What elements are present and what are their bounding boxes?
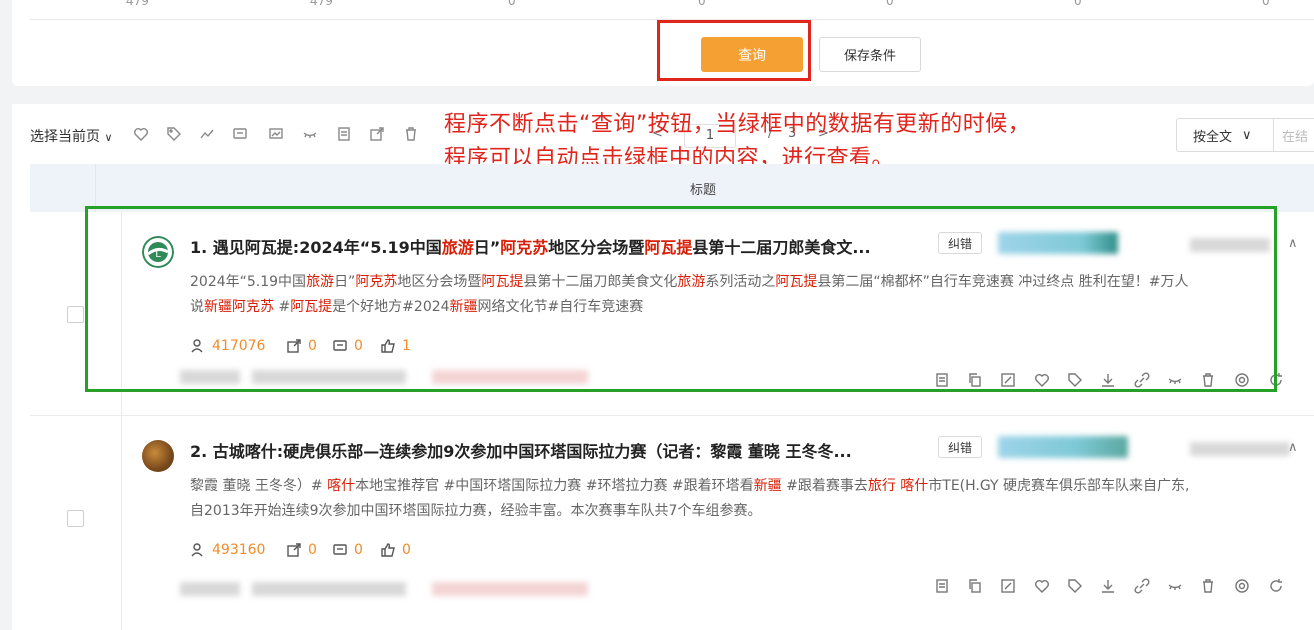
thumbs-up-icon [381,543,395,557]
shares-metric: 0 [286,542,317,558]
trash-icon[interactable] [402,125,420,143]
row-metrics: 493160 0 0 0 [190,542,450,562]
text-segment: 古城喀什:硬虎俱乐部—连续参加9次参加中国环塔国际拉力赛（记者：黎霞 董晓 王冬… [212,442,852,461]
select-page-label: 选择当前页 [30,129,100,145]
chart-icon[interactable] [267,125,285,143]
row-summary: 黎霞 董晓 王冬冬）# 喀什本地宝推荐官 #中国环塔国际拉力赛 #环塔拉力赛 #… [190,474,1300,524]
tag-icon[interactable] [165,125,183,143]
search-scope-select[interactable]: 按全文 ∨ [1176,118,1274,152]
keyword-highlight: 新疆 [753,478,782,494]
summary-line: 自2013年开始连续9次参加中国环塔国际拉力赛，经验丰富。本次赛事车队共7个车组… [190,499,1300,524]
stat-value: 0 [698,0,706,8]
chevron-down-icon: ∨ [1242,127,1252,143]
select-current-page-dropdown[interactable]: 选择当前页 ∨ [30,126,113,146]
chevron-up-icon[interactable]: ∧ [1288,440,1298,455]
green-highlight-frame [85,206,1277,392]
copy-icon[interactable] [967,578,985,596]
shares-count: 0 [308,542,317,558]
table-header: 标题 [30,164,1314,212]
chevron-down-icon: ∨ [104,131,113,144]
trend-icon[interactable] [198,125,216,143]
comment-icon [333,544,347,555]
eye-hide-icon[interactable] [301,125,319,143]
search-input[interactable]: 在结 [1273,118,1314,152]
views-metric: 493160 [190,542,265,558]
link-icon[interactable] [1134,578,1152,596]
source-badge [998,436,1128,458]
summary-line: 黎霞 董晓 王冬冬）# 喀什本地宝推荐官 #中国环塔国际拉力赛 #环塔拉力赛 #… [190,474,1300,499]
text-segment: 本地宝推荐官 #中国环塔国际拉力赛 #环塔拉力赛 #跟着环塔看 [355,478,754,494]
download-icon[interactable] [1100,578,1118,596]
results-panel: 选择当前页 ∨ < 1 / 3 > 按全文 ∨ 在结 程序不断点击“查询”按钮，… [12,104,1314,630]
column-header-title: 标题 [690,183,717,198]
doc-icon[interactable] [934,578,952,596]
blurred-info [1190,442,1290,456]
blurred-info [252,582,406,596]
refresh-icon[interactable] [1268,578,1286,596]
stat-value: 0 [1262,0,1270,8]
stats-row: 479 479 0 0 0 0 0 [30,0,1314,20]
annotation-line: 程序不断点击“查询”按钮，当绿框中的数据有更新的时候， [444,112,1031,137]
trash-icon[interactable] [1200,578,1218,596]
blurred-info [180,582,240,596]
stat-value: 0 [886,0,894,8]
comments-metric: 0 [332,542,363,558]
text-segment: 自2013年开始连续9次参加中国环塔国际拉力赛，经验丰富。本次赛事车队共7个车组… [190,503,762,519]
user-icon [191,543,203,557]
likes-metric: 0 [380,542,411,558]
comment-icon[interactable] [231,125,249,143]
table-row: 2. 古城喀什:硬虎俱乐部—连续参加9次参加中国环塔国际拉力赛（记者：黎霞 董晓… [30,416,1314,630]
stat-value: 0 [508,0,516,8]
row-checkbox[interactable] [67,306,84,323]
red-highlight-frame [657,20,811,81]
text-segment: 黎霞 董晓 王冬冬）# [190,478,328,494]
results-toolbar: 选择当前页 ∨ < 1 / 3 > 按全文 ∨ 在结 程序不断点击“查询”按钮，… [12,112,1314,171]
comments-count: 0 [354,542,363,558]
row-index: 2. [190,442,208,461]
blurred-info [432,582,588,596]
save-conditions-button[interactable]: 保存条件 [819,37,921,72]
checkbox-column-header [30,164,96,212]
heart-icon[interactable] [132,125,150,143]
likes-count: 0 [402,542,411,558]
correct-button[interactable]: 纠错 [938,436,982,458]
at-icon[interactable] [1234,578,1252,596]
share-icon[interactable] [368,125,386,143]
row-title[interactable]: 2. 古城喀什:硬虎俱乐部—连续参加9次参加中国环塔国际拉力赛（记者：黎霞 董晓… [190,438,925,462]
row-actions [934,578,1294,598]
edit-icon[interactable] [1000,578,1018,596]
row-checkbox[interactable] [67,510,84,527]
keyword-highlight: 喀什 [900,478,929,494]
stat-value: 479 [126,0,149,8]
keyword-highlight: 旅行 [867,478,896,494]
avatar[interactable] [142,440,174,472]
eye-hide-icon[interactable] [1167,578,1185,596]
row-title-text: 古城喀什:硬虎俱乐部—连续参加9次参加中国环塔国际拉力赛（记者：黎霞 董晓 王冬… [213,442,852,461]
keyword-highlight: 喀什 [327,478,356,494]
heart-icon[interactable] [1034,578,1052,596]
text-segment: #跟着赛事去 [781,478,868,494]
stat-value: 0 [1074,0,1082,8]
chevron-up-icon[interactable]: ∧ [1288,236,1298,251]
tag-icon[interactable] [1067,578,1085,596]
filter-panel: 479 479 0 0 0 0 0 查询 保存条件 [12,0,1314,86]
share-icon [287,543,301,557]
checkbox-column [30,416,122,630]
search-scope-label: 按全文 [1193,129,1233,145]
text-segment: 市TE(H.GY 硬虎赛车俱乐部车队来自广东, [928,478,1190,494]
doc-icon[interactable] [335,125,353,143]
views-count: 493160 [212,542,266,558]
stat-value: 479 [310,0,333,8]
